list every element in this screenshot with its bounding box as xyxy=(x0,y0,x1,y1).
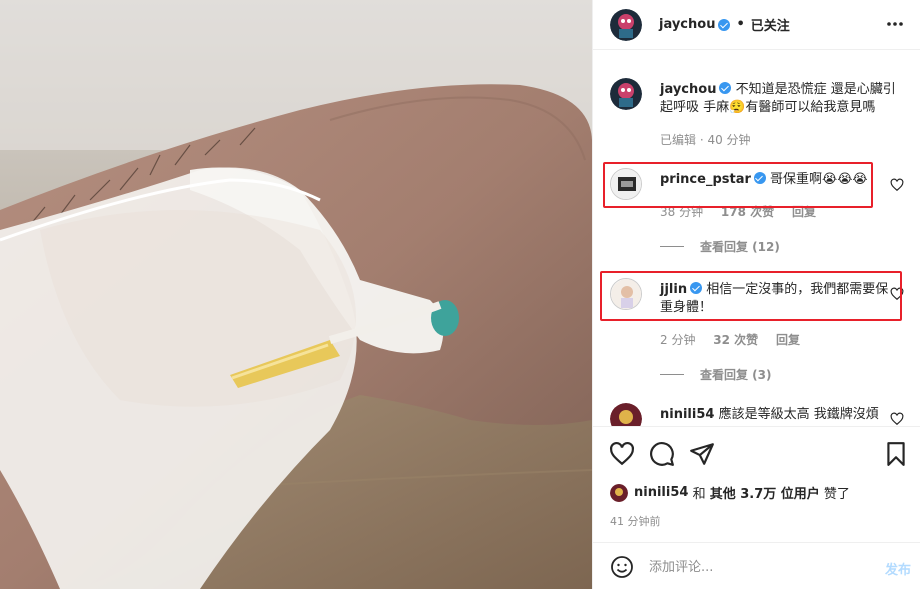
bookmark-icon[interactable] xyxy=(883,441,909,467)
comment-like-heart-icon[interactable] xyxy=(890,178,904,192)
view-replies-label: 查看回复 (3) xyxy=(700,368,772,382)
add-comment-bar: 发布 xyxy=(593,542,920,589)
verified-badge-icon xyxy=(718,18,731,31)
post-photo xyxy=(0,0,592,589)
caption-username[interactable]: jaychou xyxy=(660,82,716,97)
author-username[interactable]: jaychou xyxy=(659,17,715,32)
comment-meta: 2 分钟 32 次赞 回复 xyxy=(660,331,814,348)
emoji-smile-icon[interactable] xyxy=(610,555,634,579)
comment-input[interactable] xyxy=(649,555,869,579)
caption-text-block: jaychou 不知道是恐慌症 還是心臟引起呼吸 手麻😮‍💨有醫師可以給我意見嗎 xyxy=(660,81,900,117)
likes-summary[interactable]: ninili54 和 其他 3.7万 位用户 赞了 xyxy=(610,483,850,502)
comment-avatar-image xyxy=(610,403,642,426)
view-replies-button[interactable]: 查看回复 (3) xyxy=(660,366,772,383)
divider-line xyxy=(660,374,684,375)
caption-avatar[interactable] xyxy=(610,78,642,110)
liker-avatar xyxy=(610,483,628,502)
highlight-box xyxy=(600,271,902,321)
post-side-panel: jaychou • 已关注 jaychou 不知道是恐慌症 還是心臟引起呼吸 手… xyxy=(592,0,920,589)
reply-button[interactable]: 回复 xyxy=(776,333,800,347)
posted-time: 41 分钟前 xyxy=(610,515,661,528)
comment-avatar[interactable] xyxy=(610,403,642,426)
more-horizontal-icon[interactable] xyxy=(885,14,905,34)
comment-likes[interactable]: 32 次赞 xyxy=(713,333,758,347)
liker-avatar-image xyxy=(610,483,628,502)
caption-row: jaychou 不知道是恐慌症 還是心臟引起呼吸 手麻😮‍💨有醫師可以給我意見嗎… xyxy=(610,78,910,158)
verified-badge-icon xyxy=(719,82,732,94)
comment-text: 應該是等級太高 我鐵牌沒煩 xyxy=(718,407,879,422)
comment-username[interactable]: ninili54 xyxy=(660,407,714,422)
comments-list[interactable]: jaychou 不知道是恐慌症 還是心臟引起呼吸 手麻😮‍💨有醫師可以給我意見嗎… xyxy=(593,51,920,426)
post-actions: ninili54 和 其他 3.7万 位用户 赞了 41 分钟前 xyxy=(593,426,920,542)
hand-iv-photo xyxy=(0,0,592,589)
paper-plane-icon[interactable] xyxy=(689,441,715,467)
comment-time: 2 分钟 xyxy=(660,333,696,347)
caption-avatar-image xyxy=(610,78,642,110)
comment-item: ninili54 應該是等級太高 我鐵牌沒煩 xyxy=(610,403,910,426)
post-header: jaychou • 已关注 xyxy=(593,0,920,50)
view-replies-button[interactable]: 查看回复 (12) xyxy=(660,238,780,255)
highlight-box xyxy=(603,162,873,208)
divider-line xyxy=(660,246,684,247)
likes-suffix: 赞了 xyxy=(819,487,850,502)
separator-dot: • xyxy=(736,17,745,32)
liker-username[interactable]: ninili54 xyxy=(634,485,688,500)
post-comment-button[interactable]: 发布 xyxy=(885,559,911,578)
heart-icon[interactable] xyxy=(609,441,635,467)
follow-status-button[interactable]: 已关注 xyxy=(751,15,790,34)
caption-meta: 已编辑 · 40 分钟 xyxy=(660,133,751,147)
likes-and: 和 xyxy=(688,487,710,502)
view-replies-label: 查看回复 (12) xyxy=(700,240,780,254)
likes-others[interactable]: 其他 3.7万 位用户 xyxy=(710,483,820,502)
comment-like-heart-icon[interactable] xyxy=(890,412,904,426)
author-avatar[interactable] xyxy=(610,8,642,41)
comment-bubble-icon[interactable] xyxy=(649,441,675,467)
comment-text-block: ninili54 應該是等級太高 我鐵牌沒煩 xyxy=(660,406,900,424)
author-avatar-image xyxy=(610,8,642,41)
